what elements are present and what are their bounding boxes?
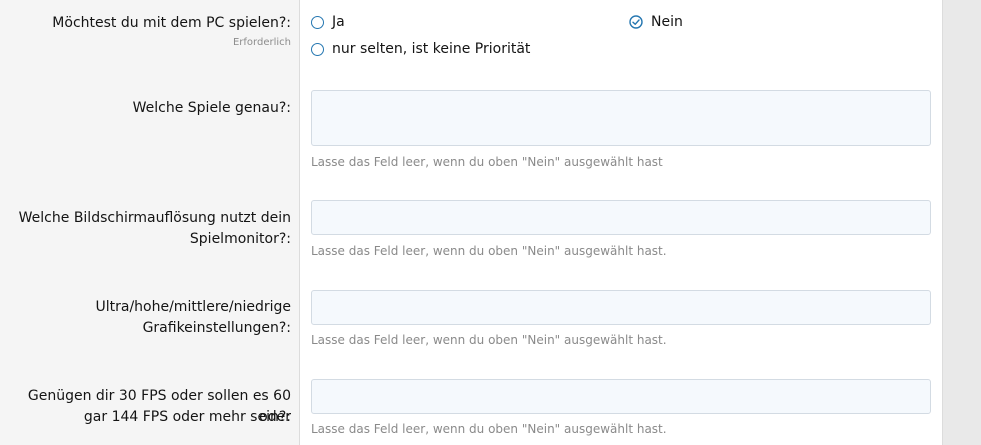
check-circle-icon <box>629 15 643 29</box>
graphics-hint: Lasse das Feld leer, wenn du oben "Nein"… <box>311 333 667 347</box>
radio-ja-label: Ja <box>332 14 345 30</box>
resolution-label-line2: Spielmonitor?: <box>189 231 291 247</box>
graphics-label-line1: Ultra/hohe/mittlere/niedrige <box>95 299 291 315</box>
required-note: Erforderlich <box>232 37 291 48</box>
radio-nein-label: Nein <box>651 14 683 30</box>
radio-nein[interactable]: Nein <box>629 14 683 30</box>
radio-circle-icon <box>311 15 324 29</box>
graphics-label-line2: Grafikeinstellungen?: <box>142 320 291 336</box>
graphics-input[interactable] <box>311 290 931 325</box>
resolution-input[interactable] <box>311 200 931 235</box>
radio-circle-icon <box>311 42 324 56</box>
games-hint: Lasse das Feld leer, wenn du oben "Nein"… <box>311 155 663 169</box>
fps-input[interactable] <box>311 379 931 414</box>
fps-hint: Lasse das Feld leer, wenn du oben "Nein"… <box>311 422 667 436</box>
games-label: Welche Spiele genau?: <box>132 100 291 116</box>
radio-selten-label: nur selten, ist keine Priorität <box>332 41 531 57</box>
fps-label-line2: gar 144 FPS oder mehr sein?: <box>83 409 291 425</box>
games-textarea[interactable] <box>311 90 931 146</box>
resolution-hint: Lasse das Feld leer, wenn du oben "Nein"… <box>311 244 667 258</box>
radio-ja[interactable]: Ja <box>311 14 345 30</box>
pc-play-label: Möchtest du mit dem PC spielen?: <box>52 15 291 31</box>
radio-selten[interactable]: nur selten, ist keine Priorität <box>311 41 530 57</box>
resolution-label-line1: Welche Bildschirmauflösung nutzt dein <box>18 210 291 226</box>
